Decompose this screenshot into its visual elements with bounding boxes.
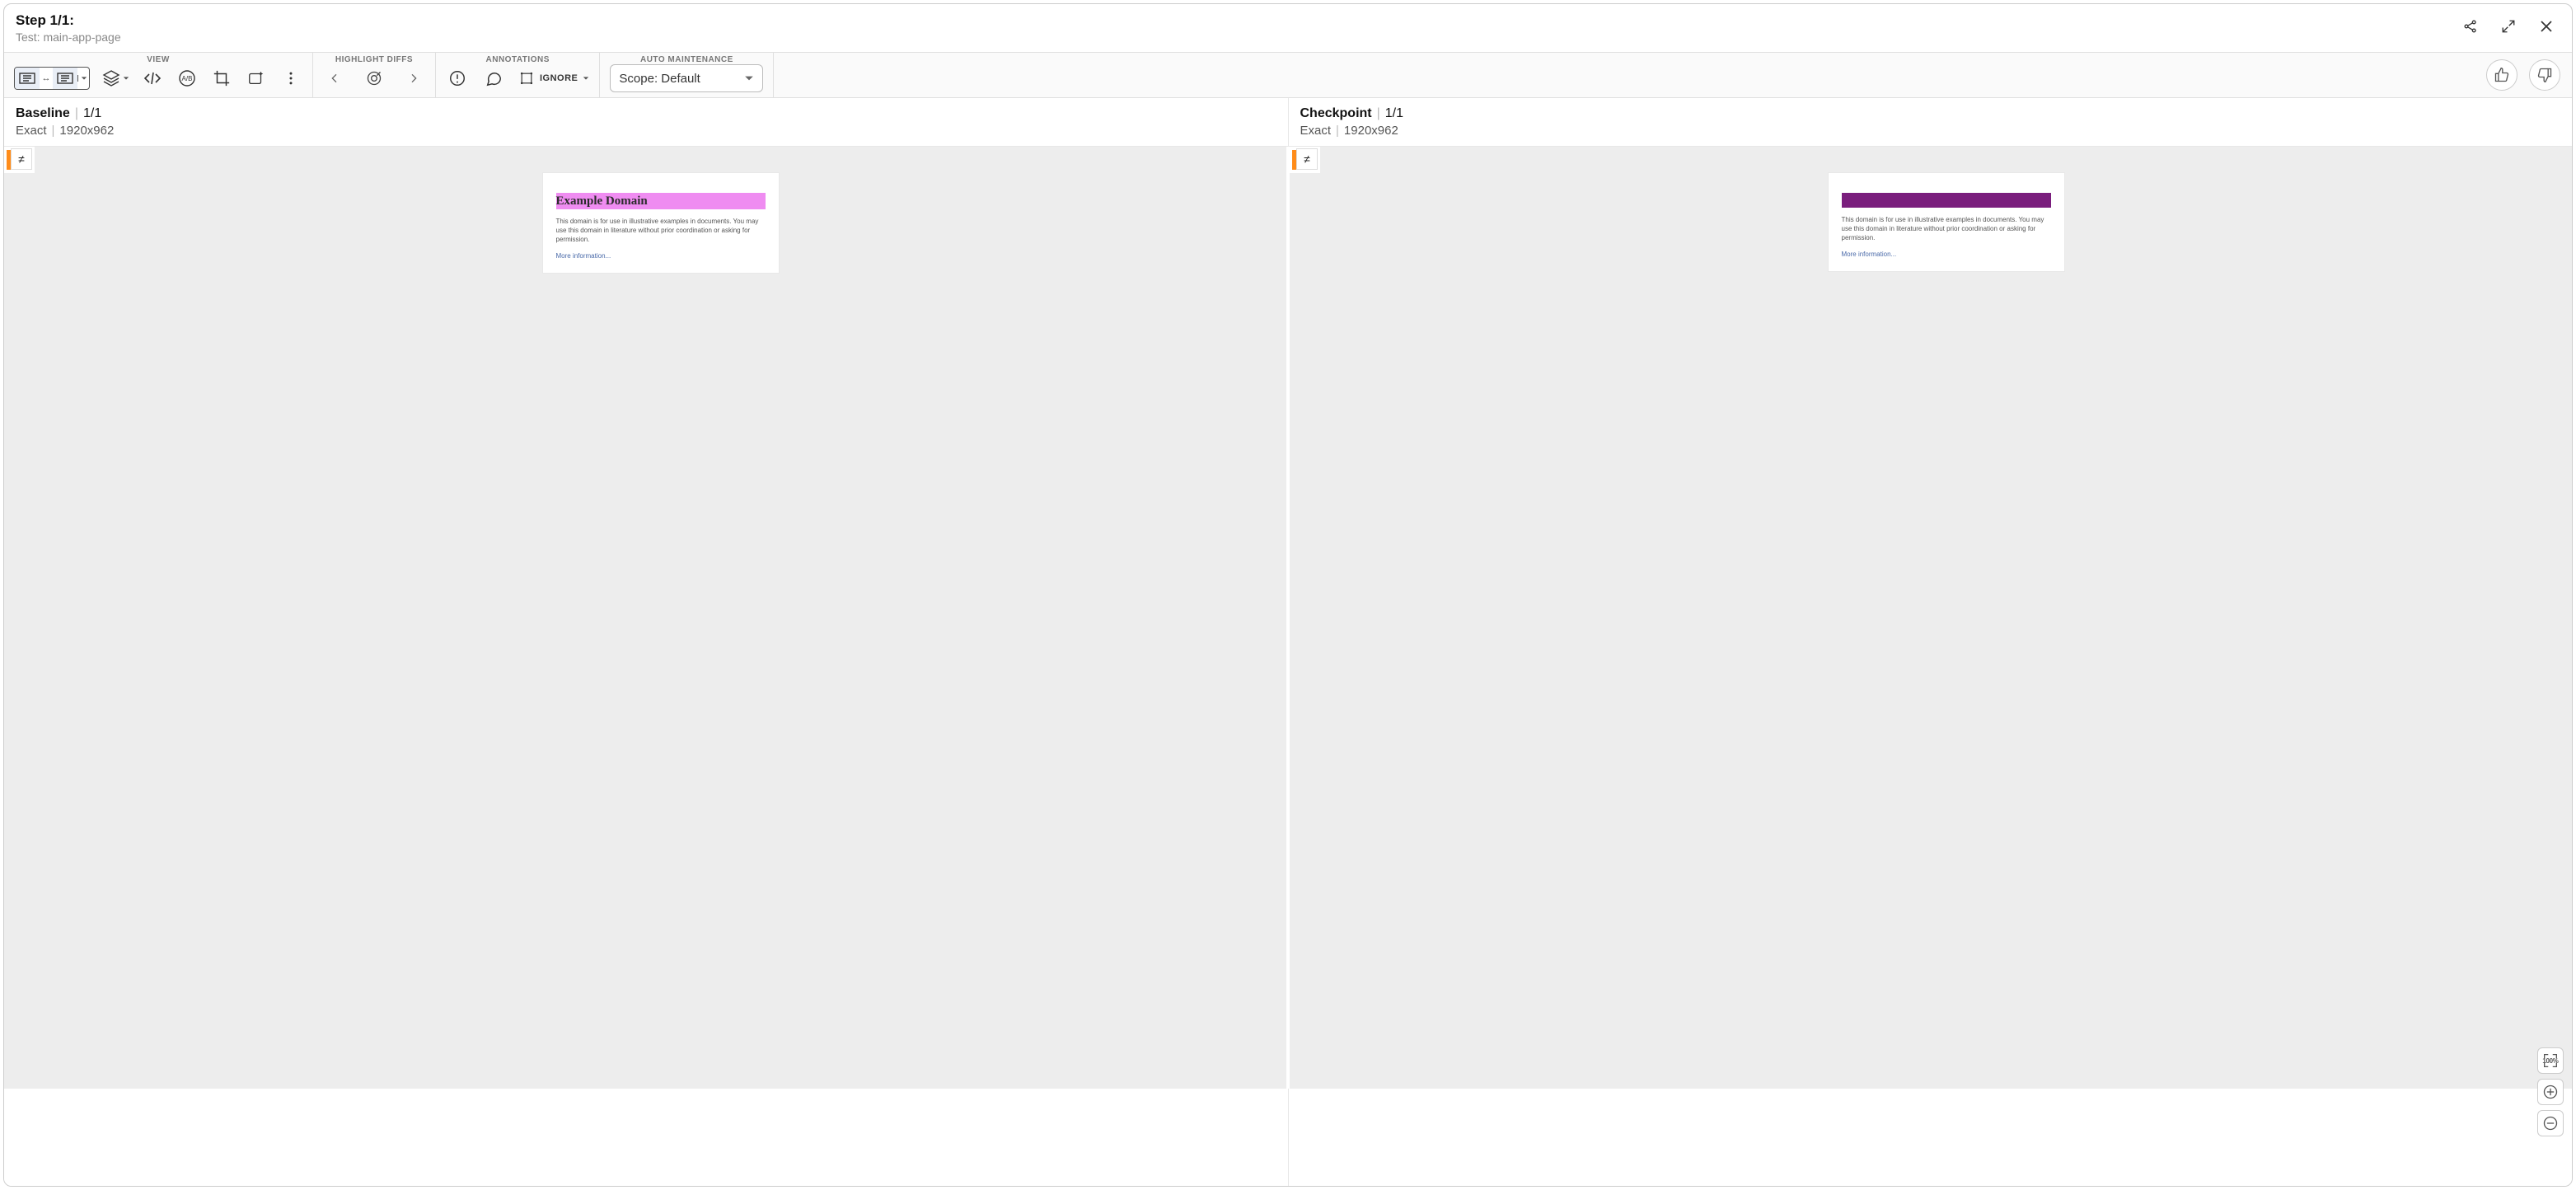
layout-swap-icon: ↔ [40, 73, 53, 83]
checkpoint-count: 1/1 [1385, 106, 1403, 120]
layers-button[interactable] [101, 68, 129, 88]
code-icon[interactable] [141, 67, 164, 90]
baseline-count: 1/1 [83, 106, 101, 120]
step-editor-modal: Step 1/1: Test: main-app-page VIEW [3, 3, 2573, 1187]
issue-icon[interactable] [446, 67, 469, 90]
svg-text:A/B: A/B [182, 75, 193, 82]
not-equal-badge[interactable]: ≠ [11, 148, 32, 170]
checkpoint-title: Checkpoint [1300, 106, 1372, 120]
checkpoint-pane[interactable]: ≠ This domain is for use in illustrative… [1286, 147, 2572, 1089]
titlebar: Step 1/1: Test: main-app-page [4, 4, 2572, 52]
panel-headers: Baseline|1/1 Exact|1920x962 Checkpoint|1… [4, 98, 2572, 147]
layout-dropdown-button[interactable] [77, 75, 89, 82]
step-title: Step 1/1: [16, 12, 121, 29]
scope-value: Scope: Default [619, 72, 700, 86]
group-label-highlight: HIGHLIGHT DIFFS [335, 55, 413, 64]
bottom-strip [4, 1089, 2572, 1186]
zoom-controls: 100% [2537, 1047, 2564, 1136]
baseline-dims: 1920x962 [59, 124, 114, 138]
checkpoint-diff-strip: ≠ [1290, 147, 1320, 173]
layout-single-button[interactable] [15, 68, 40, 89]
zoom-fit-button[interactable]: 100% [2537, 1047, 2564, 1074]
comment-icon[interactable] [482, 67, 505, 90]
example-heading: Example Domain [556, 194, 648, 208]
crop-icon[interactable] [210, 67, 233, 90]
group-label-view: VIEW [147, 55, 170, 64]
example-body: This domain is for use in illustrative e… [556, 218, 766, 244]
zoom-out-button[interactable] [2537, 1110, 2564, 1136]
layout-segmented: ↔ [14, 67, 90, 90]
next-diff-button[interactable] [402, 67, 425, 90]
baseline-match: Exact [16, 124, 47, 138]
ab-compare-icon[interactable]: A/B [176, 67, 199, 90]
share-icon[interactable] [2461, 17, 2480, 35]
thumbs-down-button[interactable] [2529, 59, 2560, 91]
expand-icon[interactable] [2499, 17, 2517, 35]
baseline-diff-strip: ≠ [4, 147, 35, 173]
baseline-header: Baseline|1/1 Exact|1920x962 [4, 98, 1288, 146]
diff-highlight-block [1842, 193, 2051, 208]
ignore-region-button[interactable]: IGNORE [518, 70, 589, 87]
scope-select[interactable]: Scope: Default [610, 64, 763, 92]
test-name: Test: main-app-page [16, 30, 121, 44]
baseline-pane[interactable]: ≠ Example Domain This domain is for use … [4, 147, 1286, 1089]
toolbar: VIEW ↔ [4, 52, 2572, 98]
target-diff-button[interactable] [363, 67, 386, 90]
checkpoint-match: Exact [1300, 124, 1332, 138]
example-body: This domain is for use in illustrative e… [1842, 216, 2051, 242]
zoom-fit-label: 100% [2542, 1057, 2558, 1065]
ignore-label: IGNORE [540, 73, 578, 83]
checkpoint-dims: 1920x962 [1344, 124, 1398, 138]
more-menu-icon[interactable] [279, 67, 302, 90]
comparison-panes: ≠ Example Domain This domain is for use … [4, 147, 2572, 1089]
baseline-title: Baseline [16, 106, 70, 120]
group-label-auto-maintenance: AUTO MAINTENANCE [640, 55, 733, 64]
baseline-screenshot: Example Domain This domain is for use in… [543, 173, 779, 273]
example-link: More information... [1842, 251, 2051, 258]
group-label-annotations: ANNOTATIONS [486, 55, 550, 64]
checkpoint-header: Checkpoint|1/1 Exact|1920x962 [1288, 98, 2573, 146]
prev-diff-button[interactable] [323, 67, 346, 90]
not-equal-badge[interactable]: ≠ [1296, 148, 1318, 170]
close-icon[interactable] [2537, 17, 2555, 35]
example-link: More information... [556, 252, 766, 260]
thumbs-up-button[interactable] [2486, 59, 2517, 91]
checkpoint-screenshot: This domain is for use in illustrative e… [1829, 173, 2064, 271]
zoom-in-button[interactable] [2537, 1079, 2564, 1105]
layout-side-by-side-button[interactable] [53, 68, 77, 89]
preview-sparkle-icon[interactable] [245, 67, 268, 90]
